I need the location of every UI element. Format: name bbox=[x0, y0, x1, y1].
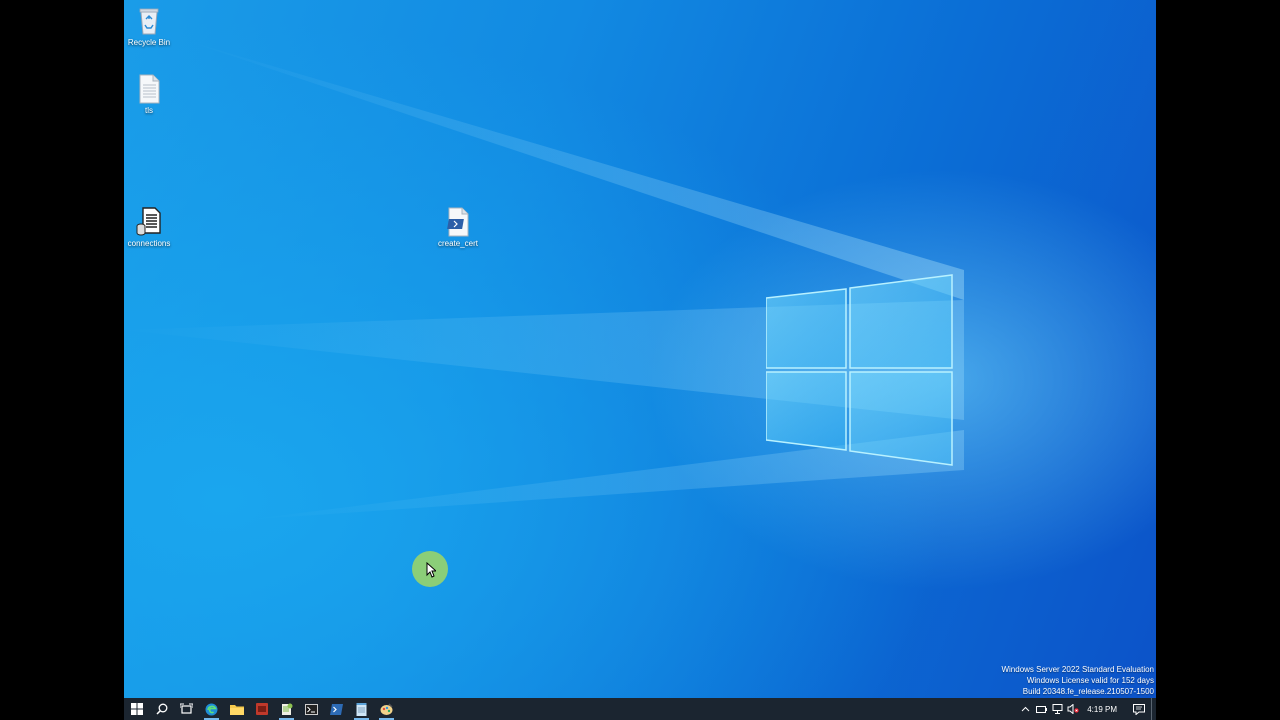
search-button[interactable] bbox=[149, 698, 174, 720]
action-center-button[interactable] bbox=[1127, 698, 1151, 720]
tray-battery[interactable] bbox=[1033, 698, 1049, 720]
start-icon bbox=[130, 703, 143, 715]
notepad-plus-icon bbox=[281, 703, 292, 715]
connections-file-icon bbox=[135, 207, 163, 237]
taskbar-app[interactable] bbox=[249, 698, 274, 720]
watermark-license: Windows License valid for 152 days bbox=[1026, 676, 1154, 685]
tray-volume[interactable] bbox=[1065, 698, 1081, 720]
mouse-pointer-icon bbox=[426, 562, 436, 578]
desktop-icon-label: connections bbox=[127, 239, 171, 248]
watermark-edition: Windows Server 2022 Standard Evaluation bbox=[1001, 665, 1154, 674]
chevron-up-icon bbox=[1021, 706, 1030, 712]
desktop-icon-label: Recycle Bin bbox=[127, 38, 171, 47]
task-view-button[interactable] bbox=[174, 698, 199, 720]
desktop-icon-label: create_cert bbox=[437, 239, 479, 248]
desktop-icon-create-cert[interactable]: create_cert bbox=[426, 207, 490, 249]
taskbar-file-explorer[interactable] bbox=[224, 698, 249, 720]
battery-icon bbox=[1035, 705, 1047, 713]
taskbar: 4:19 PM bbox=[124, 698, 1156, 720]
taskbar-powershell-ise[interactable] bbox=[324, 698, 349, 720]
notepad-icon bbox=[356, 702, 367, 716]
volume-muted-icon bbox=[1067, 704, 1079, 714]
edge-icon bbox=[205, 703, 218, 715]
taskbar-notepad-plus[interactable] bbox=[274, 698, 299, 720]
desktop-icon-label: tls bbox=[145, 106, 153, 115]
notification-icon bbox=[1133, 703, 1145, 715]
show-desktop-button[interactable] bbox=[1151, 698, 1156, 720]
terminal-icon bbox=[305, 703, 318, 715]
powershell-script-icon bbox=[444, 207, 472, 237]
tray-overflow-button[interactable] bbox=[1017, 698, 1033, 720]
taskbar-notepad[interactable] bbox=[349, 698, 374, 720]
file-explorer-icon bbox=[229, 705, 244, 715]
system-tray: 4:19 PM bbox=[1017, 698, 1156, 720]
clock-time: 4:19 PM bbox=[1087, 704, 1117, 714]
start-button[interactable] bbox=[124, 698, 149, 720]
watermark-build: Build 20348.fe_release.210507-1500 bbox=[1022, 687, 1154, 696]
network-icon bbox=[1052, 704, 1063, 714]
taskbar-paint[interactable] bbox=[374, 698, 399, 720]
recycle-bin-icon bbox=[135, 6, 163, 36]
task-view-icon bbox=[180, 703, 193, 714]
paint-icon bbox=[380, 702, 393, 715]
wallpaper-light-beams bbox=[124, 40, 964, 520]
desktop[interactable]: Recycle Bin tls connections create_cert … bbox=[124, 0, 1156, 720]
windows-logo-wallpaper bbox=[766, 274, 953, 466]
text-file-icon bbox=[135, 74, 163, 104]
powershell-ise-icon bbox=[330, 703, 343, 715]
search-icon bbox=[155, 703, 167, 715]
desktop-icon-recycle-bin[interactable]: Recycle Bin bbox=[124, 6, 181, 48]
license-watermark: Windows Server 2022 Standard Evaluation … bbox=[1001, 664, 1154, 697]
app-icon bbox=[255, 703, 268, 715]
taskbar-clock[interactable]: 4:19 PM bbox=[1081, 705, 1127, 714]
desktop-icon-connections[interactable]: connections bbox=[124, 207, 181, 249]
taskbar-edge[interactable] bbox=[199, 698, 224, 720]
taskbar-terminal[interactable] bbox=[299, 698, 324, 720]
tray-network[interactable] bbox=[1049, 698, 1065, 720]
desktop-icon-tls[interactable]: tls bbox=[124, 74, 181, 116]
